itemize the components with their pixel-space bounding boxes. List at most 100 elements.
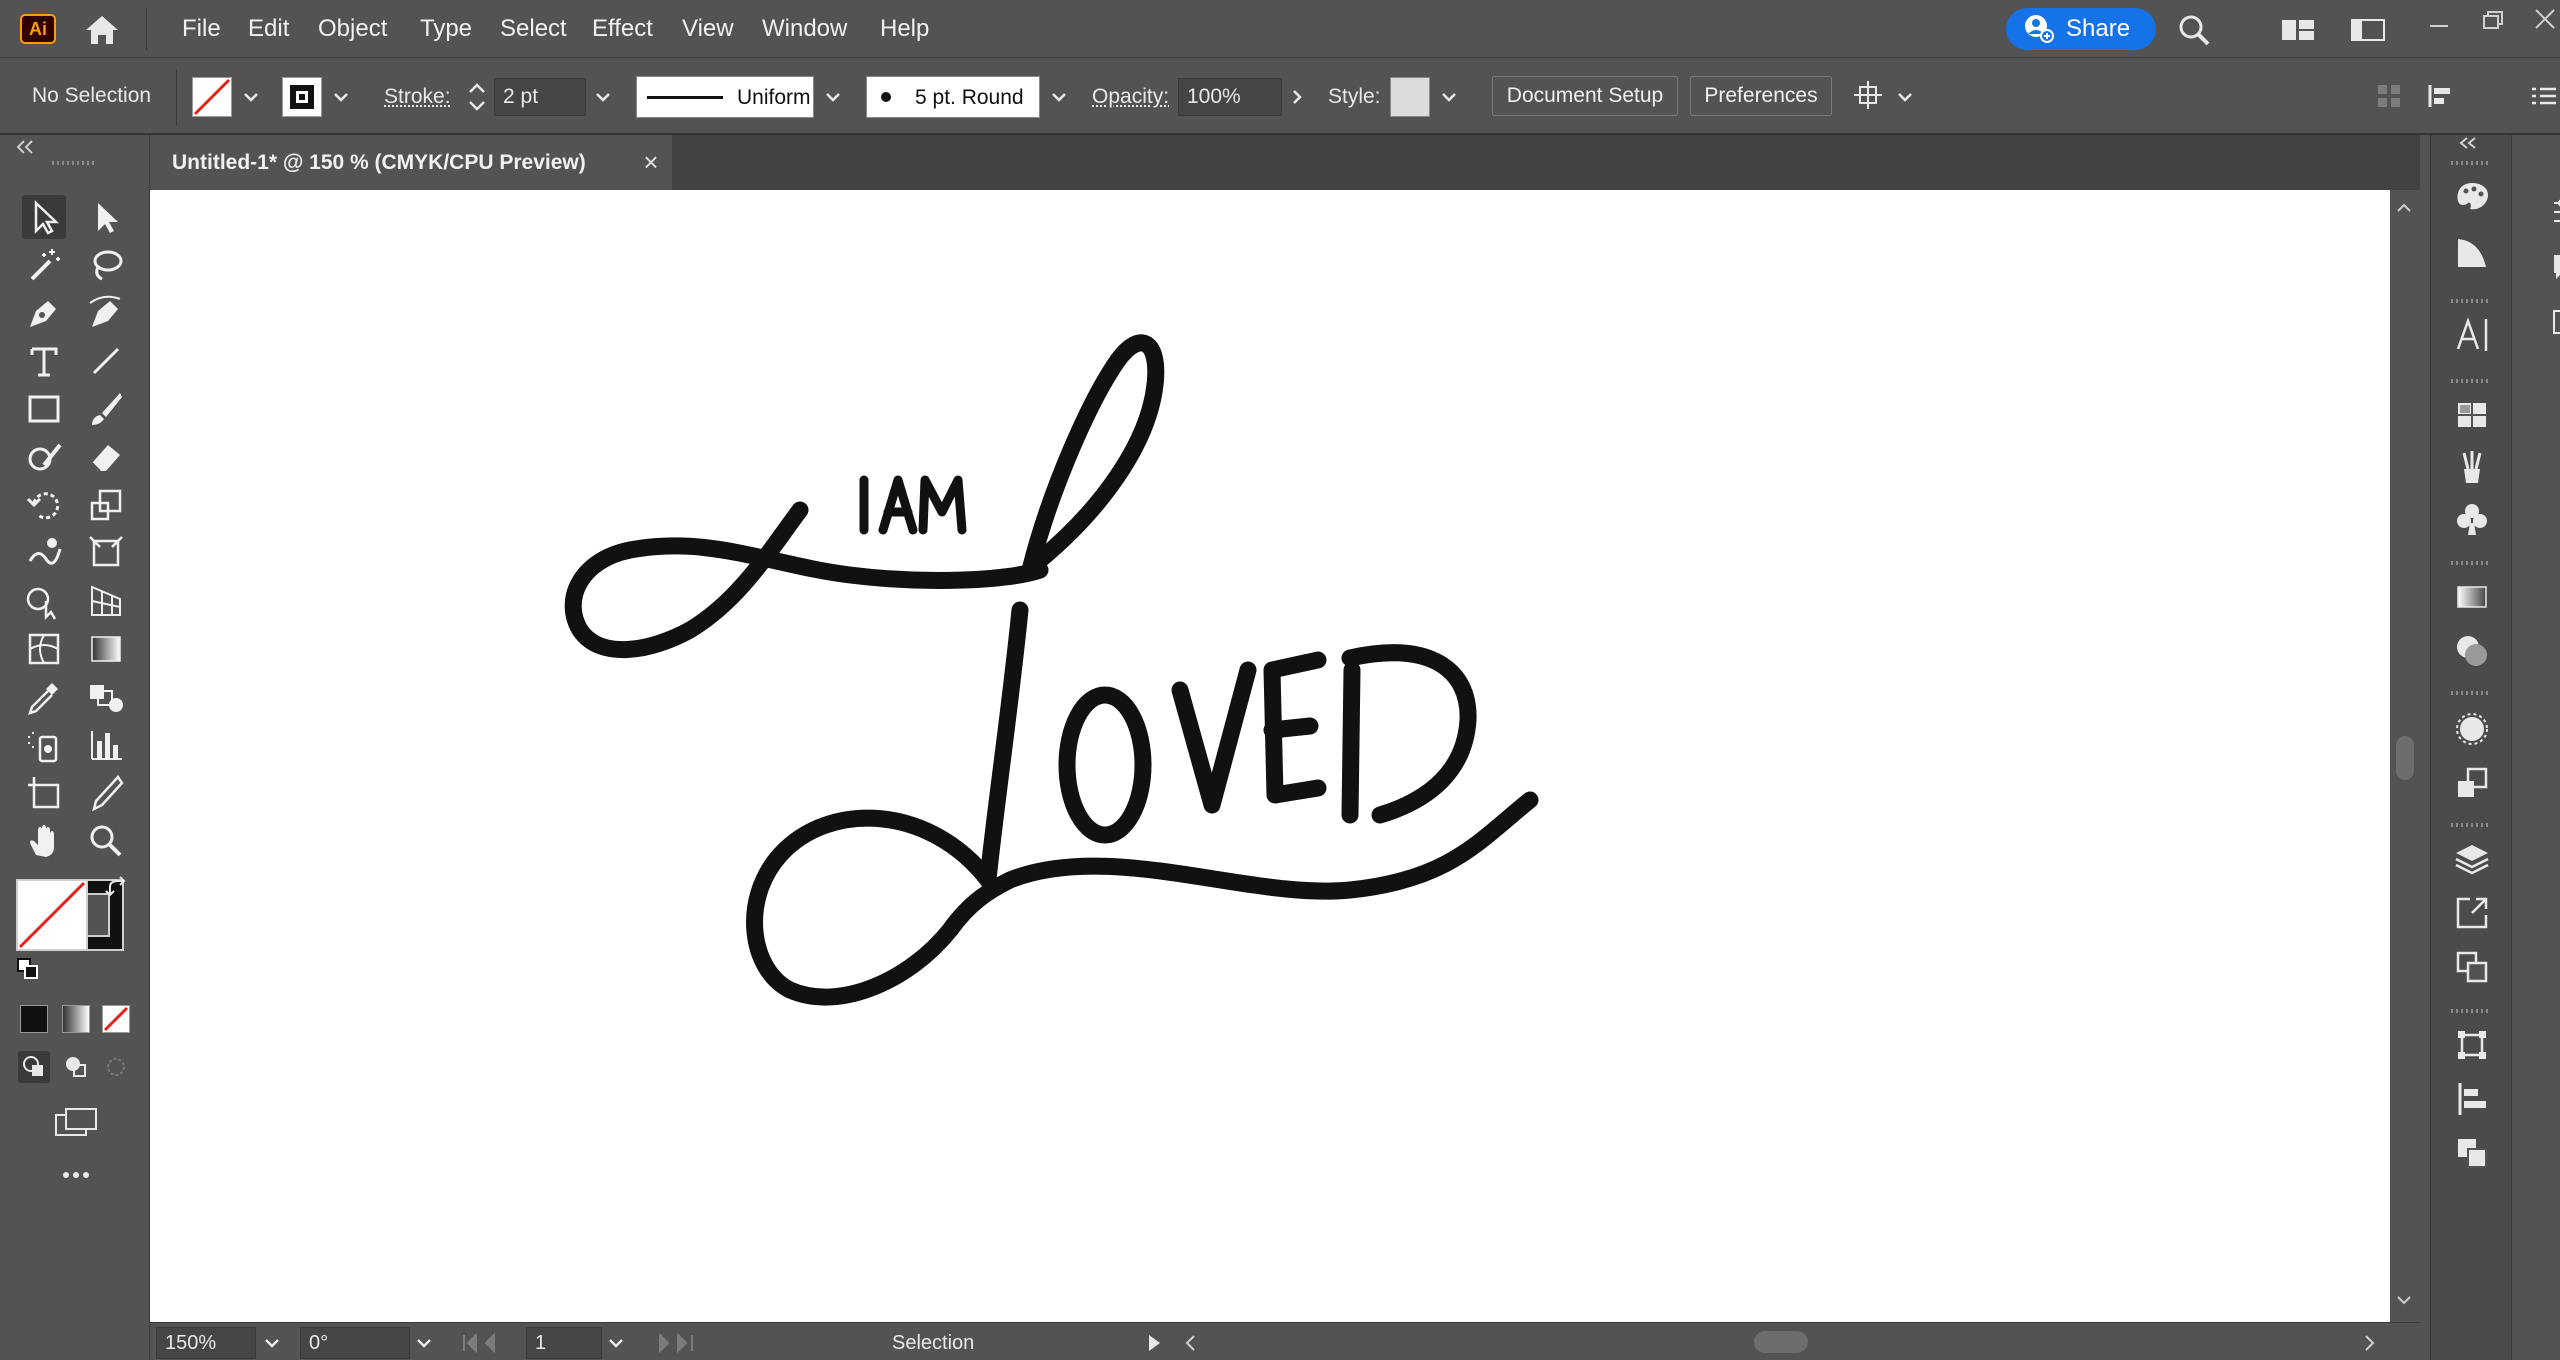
search-icon[interactable] xyxy=(2176,12,2212,48)
scroll-right-icon[interactable] xyxy=(2360,1332,2380,1354)
draw-behind-icon[interactable] xyxy=(60,1051,92,1083)
paintbrush-tool-icon[interactable] xyxy=(84,387,128,431)
brushes-icon[interactable] xyxy=(2450,445,2494,489)
libraries-icon[interactable] xyxy=(2550,305,2560,339)
menu-select[interactable]: Select xyxy=(494,12,573,46)
artboards-icon[interactable] xyxy=(2450,945,2494,989)
scroll-up-icon[interactable] xyxy=(2394,198,2414,218)
default-colors-icon[interactable] xyxy=(16,957,40,981)
first-previous-artboard-icon[interactable] xyxy=(460,1331,520,1355)
artboard-tool-icon[interactable] xyxy=(22,771,66,815)
swatches-icon[interactable] xyxy=(2450,393,2494,437)
graphic-styles-icon[interactable] xyxy=(2450,761,2494,805)
chevron-down-icon[interactable] xyxy=(1438,86,1460,108)
lettering-artwork[interactable] xyxy=(150,190,2390,1322)
stroke-stepper-icon[interactable] xyxy=(464,77,490,117)
comments-icon[interactable] xyxy=(2550,251,2560,285)
collapse-dock-icon[interactable] xyxy=(2455,135,2483,151)
chevron-down-icon[interactable] xyxy=(1048,86,1070,108)
type-tool-icon[interactable] xyxy=(22,339,66,383)
selection-tool-icon[interactable] xyxy=(22,195,66,239)
gradient-mode-button[interactable] xyxy=(62,1005,90,1033)
collapse-panel-icon[interactable] xyxy=(14,137,38,157)
draw-normal-icon[interactable] xyxy=(18,1051,50,1083)
column-graph-tool-icon[interactable] xyxy=(84,723,128,767)
zoom-tool-icon[interactable] xyxy=(84,819,128,863)
color-guide-icon[interactable] xyxy=(2450,231,2494,275)
menu-object[interactable]: Object xyxy=(312,12,393,46)
gradient-tool-icon[interactable] xyxy=(84,627,128,671)
document-tab[interactable]: Untitled-1* @ 150 % (CMYK/CPU Preview) xyxy=(150,135,672,190)
scroll-left-icon[interactable] xyxy=(1180,1332,1200,1354)
opacity-field[interactable]: 100% xyxy=(1178,78,1282,116)
eraser-tool-icon[interactable] xyxy=(84,435,128,479)
scroll-down-icon[interactable] xyxy=(2394,1290,2414,1310)
screen-mode-icon[interactable] xyxy=(52,1105,100,1141)
shaper-tool-icon[interactable] xyxy=(22,435,66,479)
chevron-down-icon[interactable] xyxy=(822,86,844,108)
scale-tool-icon[interactable] xyxy=(84,483,128,527)
color-palette-icon[interactable] xyxy=(2450,175,2494,219)
free-transform-tool-icon[interactable] xyxy=(84,531,128,575)
warp-tool-icon[interactable] xyxy=(22,531,66,575)
brush-definition-dropdown[interactable]: 5 pt. Round xyxy=(866,76,1040,118)
character-icon[interactable] xyxy=(2450,313,2494,357)
asset-export-icon[interactable] xyxy=(2450,891,2494,935)
none-mode-button[interactable] xyxy=(102,1005,130,1033)
chevron-down-icon[interactable] xyxy=(592,86,614,108)
align-icon[interactable] xyxy=(2450,1077,2494,1121)
symbol-sprayer-tool-icon[interactable] xyxy=(22,723,66,767)
chevron-right-icon[interactable] xyxy=(1286,86,1308,108)
draw-inside-icon[interactable] xyxy=(100,1051,132,1083)
perspective-grid-tool-icon[interactable] xyxy=(84,579,128,623)
transparency-icon[interactable] xyxy=(2450,629,2494,673)
appearance-icon[interactable] xyxy=(2450,707,2494,751)
close-window-icon[interactable] xyxy=(2530,4,2560,34)
opacity-label[interactable]: Opacity: xyxy=(1092,77,1169,117)
fill-swatch[interactable] xyxy=(192,77,232,117)
chevron-down-icon[interactable] xyxy=(330,86,352,108)
blend-tool-icon[interactable] xyxy=(84,675,128,719)
color-mode-button[interactable] xyxy=(20,1005,48,1033)
arrange-options-icon[interactable] xyxy=(1852,79,1888,115)
chevron-down-icon[interactable] xyxy=(240,86,262,108)
share-button[interactable]: Share xyxy=(2006,8,2156,50)
horizontal-scroll-thumb[interactable] xyxy=(1754,1331,1808,1353)
layers-icon[interactable] xyxy=(2450,837,2494,881)
stroke-weight-field[interactable]: 2 pt xyxy=(494,78,586,116)
menu-edit[interactable]: Edit xyxy=(242,12,295,46)
menu-type[interactable]: Type xyxy=(414,12,478,46)
stroke-label[interactable]: Stroke: xyxy=(384,77,451,117)
chevron-down-icon[interactable] xyxy=(262,1333,282,1353)
pen-tool-icon[interactable] xyxy=(22,291,66,335)
properties-icon[interactable] xyxy=(2550,195,2560,229)
arrange-documents-icon[interactable] xyxy=(2350,16,2386,44)
chevron-down-icon[interactable] xyxy=(1894,86,1916,108)
hand-tool-icon[interactable] xyxy=(22,819,66,863)
align-grid-icon[interactable] xyxy=(2374,81,2404,111)
magic-wand-tool-icon[interactable] xyxy=(22,243,66,287)
zoom-field[interactable]: 150% xyxy=(156,1327,256,1359)
vertical-scrollbar[interactable] xyxy=(2390,190,2420,1322)
menu-window[interactable]: Window xyxy=(756,12,853,46)
home-icon[interactable] xyxy=(82,12,122,48)
distribute-icon[interactable] xyxy=(2426,81,2460,111)
rectangle-tool-icon[interactable] xyxy=(22,387,66,431)
chevron-down-icon[interactable] xyxy=(606,1333,626,1353)
panel-menu-icon[interactable] xyxy=(2528,81,2558,111)
slice-tool-icon[interactable] xyxy=(84,771,128,815)
curvature-tool-icon[interactable] xyxy=(84,291,128,335)
line-segment-tool-icon[interactable] xyxy=(84,339,128,383)
fill-color-swatch[interactable] xyxy=(16,879,88,951)
rotate-tool-icon[interactable] xyxy=(22,483,66,527)
artboard-number-field[interactable]: 1 xyxy=(526,1327,602,1359)
transform-icon[interactable] xyxy=(2450,1023,2494,1067)
rotation-field[interactable]: 0° xyxy=(300,1327,410,1359)
menu-view[interactable]: View xyxy=(676,12,740,46)
workspace-switcher-icon[interactable] xyxy=(2280,16,2316,44)
gradient-panel-icon[interactable] xyxy=(2450,575,2494,619)
document-setup-button[interactable]: Document Setup xyxy=(1492,76,1678,116)
scroll-thumb[interactable] xyxy=(2396,736,2414,780)
menu-effect[interactable]: Effect xyxy=(586,12,659,46)
more-tools-icon[interactable] xyxy=(56,1165,96,1185)
